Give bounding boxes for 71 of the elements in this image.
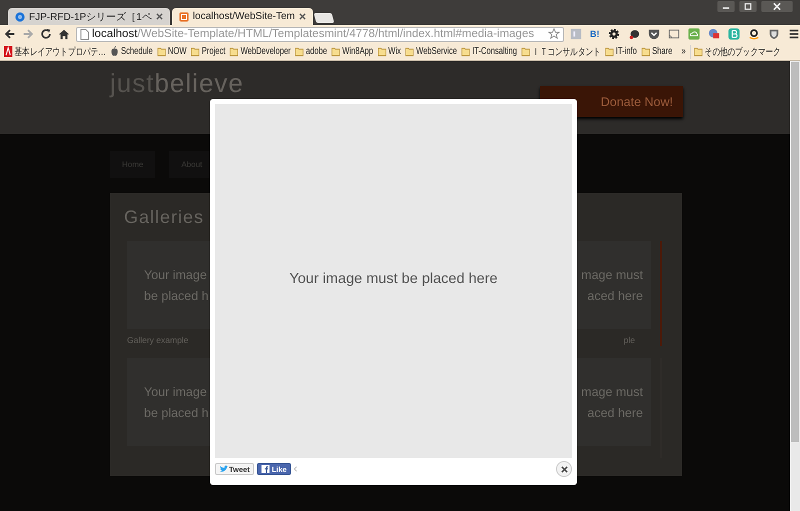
close-icon[interactable]: [760, 1, 794, 12]
bookmark-item[interactable]: Share: [641, 46, 672, 57]
apple-icon: [110, 46, 119, 57]
bookmark-item[interactable]: IT-info: [605, 46, 637, 57]
reload-icon[interactable]: [40, 28, 52, 40]
address-bar[interactable]: localhost/WebSite-Template/HTML/Templatesmint/4778/html/index.html#media-images: [76, 26, 564, 42]
shield-icon[interactable]: [768, 28, 780, 40]
browser-tab[interactable]: FJP-RFD-1Pシリーズ［1ペ: [8, 8, 170, 25]
folder-icon: [462, 46, 470, 57]
placeholder-text: Your image: [144, 268, 207, 282]
folder-icon: [230, 46, 238, 57]
folder-icon: [406, 46, 414, 57]
globe-icon: [15, 12, 25, 22]
star-icon[interactable]: [548, 28, 560, 40]
new-tab-button[interactable]: [314, 13, 334, 23]
folder-icon: [191, 46, 200, 57]
bookmark-item[interactable]: ＩＴコンサルタント: [522, 44, 601, 58]
bookmark-item[interactable]: Project: [191, 46, 226, 57]
bookmark-item[interactable]: adobe: [295, 46, 328, 57]
placeholder-text: be placed h: [144, 406, 209, 420]
adobe-icon: [4, 46, 12, 57]
bookmark-item[interactable]: Wix: [378, 46, 401, 57]
gear-icon[interactable]: [608, 28, 620, 40]
facebook-icon: [260, 465, 270, 473]
close-icon[interactable]: [298, 13, 306, 20]
placeholder-text: Your image: [144, 384, 207, 398]
folder-icon: [605, 46, 614, 57]
menu-icon[interactable]: [788, 28, 800, 40]
bookmarks-overflow-button[interactable]: »: [682, 46, 686, 57]
extension-label[interactable]: B!: [590, 29, 600, 39]
placeholder-text: aced here: [587, 406, 643, 420]
tab-title: FJP-RFD-1Pシリーズ［1ペ: [29, 10, 152, 24]
placeholder-text: mage must: [581, 384, 643, 398]
folder-icon: [378, 46, 386, 57]
bookmark-item[interactable]: 基本レイアウトプロパテ…: [4, 44, 106, 58]
close-icon: [560, 466, 568, 472]
maximize-icon[interactable]: [738, 1, 758, 12]
page-icon: [80, 28, 89, 40]
pocket-icon[interactable]: [648, 28, 660, 40]
scrollbar[interactable]: [790, 61, 800, 511]
back-arrow-icon[interactable]: [4, 28, 16, 40]
placeholder-text: mage must: [581, 268, 643, 282]
folder-icon: [694, 46, 702, 57]
template-icon: [178, 12, 189, 22]
bookmark-item[interactable]: WebDeveloper: [230, 46, 291, 57]
folder-icon: [295, 46, 304, 57]
browser-tab[interactable]: localhost/WebSite-Tem: [172, 8, 313, 25]
placeholder-text: be placed h: [144, 288, 209, 302]
cast-icon[interactable]: [668, 28, 680, 40]
folder-icon: [332, 46, 340, 57]
section-title: Galleries: [124, 207, 206, 228]
url-text: localhost/WebSite-Template/HTML/Templatesmint/4778/html/index.html#media-images: [92, 28, 536, 40]
bookmark-item[interactable]: WebService: [406, 46, 457, 57]
other-bookmarks-folder[interactable]: その他のブックマーク: [690, 44, 781, 58]
placeholder-text: Your image must be placed here: [289, 271, 498, 289]
bookmark-item[interactable]: Win8App: [332, 46, 374, 57]
tab-title: localhost/WebSite-Tem: [192, 11, 295, 22]
bookmark-item[interactable]: NOW: [157, 46, 187, 57]
folder-icon: [641, 46, 650, 57]
minimize-icon[interactable]: [716, 1, 736, 12]
bookmark-item[interactable]: Schedule: [110, 46, 153, 57]
cloud-icon[interactable]: [688, 28, 700, 40]
folder-icon: [522, 46, 530, 57]
placeholder-text: aced here: [587, 288, 643, 302]
count-bubble-icon: [294, 466, 297, 472]
home-icon[interactable]: [58, 28, 70, 40]
bookmark-item[interactable]: IT-Consalting: [462, 46, 517, 57]
close-button[interactable]: [556, 461, 572, 477]
bird-icon: [219, 465, 228, 473]
close-icon[interactable]: [156, 13, 163, 20]
folder-icon: [157, 46, 166, 57]
